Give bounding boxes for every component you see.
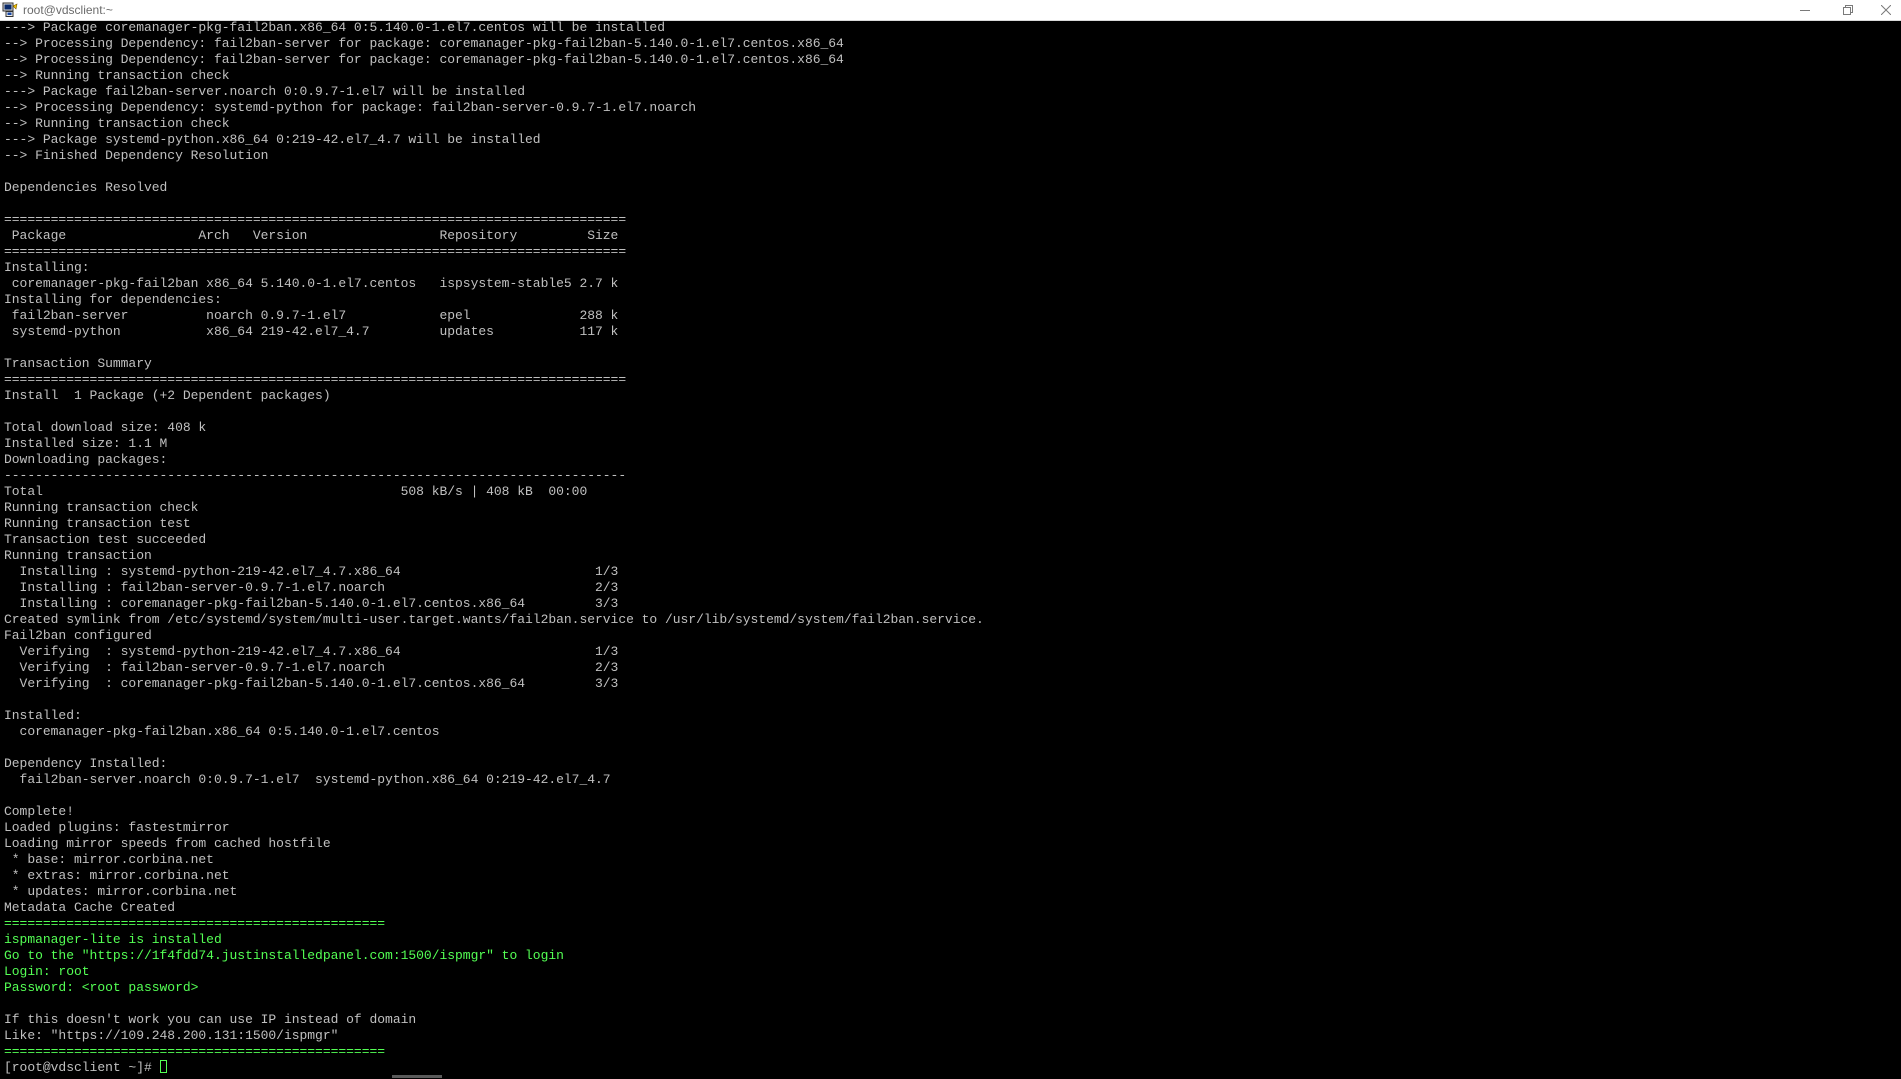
- terminal-line: ========================================…: [4, 1044, 386, 1059]
- terminal-line: Installed size: 1.1 M: [4, 436, 168, 451]
- terminal-line: Total 508 kB/s | 408 kB 00:00: [4, 484, 588, 499]
- terminal-line: --> Processing Dependency: fail2ban-serv…: [4, 36, 844, 51]
- terminal-line: Loading mirror speeds from cached hostfi…: [4, 836, 331, 851]
- terminal-line: * base: mirror.corbina.net: [4, 852, 214, 867]
- terminal-line: --> Running transaction check: [4, 116, 230, 131]
- terminal-line: Metadata Cache Created: [4, 900, 176, 915]
- terminal-line: Transaction Summary: [4, 356, 152, 371]
- terminal-line: ispmanager-lite is installed: [4, 932, 222, 947]
- close-button[interactable]: [1868, 0, 1901, 20]
- terminal-line: Password: <root password>: [4, 980, 199, 995]
- restore-icon: [1843, 5, 1853, 15]
- terminal-line: coremanager-pkg-fail2ban x86_64 5.140.0-…: [4, 276, 619, 291]
- terminal-line: --> Finished Dependency Resolution: [4, 148, 269, 163]
- terminal-line: ========================================…: [4, 212, 627, 227]
- terminal-line: Install 1 Package (+2 Dependent packages…: [4, 388, 331, 403]
- terminal-line: Installing for dependencies:: [4, 292, 222, 307]
- prompt-text: [root@vdsclient ~]#: [4, 1060, 160, 1075]
- terminal-line: ----------------------------------------…: [4, 468, 627, 483]
- scrollbar-thumb[interactable]: [392, 1075, 442, 1078]
- terminal-line: Go to the "https://1f4fdd74.justinstalle…: [4, 948, 564, 963]
- text-cursor: [159, 1060, 167, 1073]
- terminal-line: Installing : coremanager-pkg-fail2ban-5.…: [4, 596, 619, 611]
- terminal-line: Loaded plugins: fastestmirror: [4, 820, 230, 835]
- terminal-line: Verifying : systemd-python-219-42.el7_4.…: [4, 644, 619, 659]
- terminal-line: Downloading packages:: [4, 452, 168, 467]
- terminal-line: Running transaction test: [4, 516, 191, 531]
- title-bar[interactable]: root@vdsclient:~: [0, 0, 1901, 21]
- minimize-icon: [1800, 10, 1810, 11]
- putty-terminal-icon: [2, 2, 18, 17]
- terminal-line: ========================================…: [4, 244, 627, 259]
- terminal-line: fail2ban-server noarch 0.9.7-1.el7 epel …: [4, 308, 619, 323]
- terminal-line: Total download size: 408 k: [4, 420, 207, 435]
- terminal-line: ========================================…: [4, 372, 627, 387]
- terminal-line: ---> Package coremanager-pkg-fail2ban.x8…: [4, 20, 665, 35]
- terminal-line: * extras: mirror.corbina.net: [4, 868, 230, 883]
- terminal-line: Dependencies Resolved: [4, 180, 168, 195]
- terminal-line: Package Arch Version Repository Size: [4, 228, 619, 243]
- terminal-line: fail2ban-server.noarch 0:0.9.7-1.el7 sys…: [4, 772, 611, 787]
- terminal-line: Login: root: [4, 964, 90, 979]
- close-icon: [1881, 5, 1891, 15]
- window-title: root@vdsclient:~: [23, 3, 113, 17]
- terminal-line: Installed:: [4, 708, 82, 723]
- terminal-line: systemd-python x86_64 219-42.el7_4.7 upd…: [4, 324, 619, 339]
- terminal-line: Transaction test succeeded: [4, 532, 207, 547]
- terminal-line: If this doesn't work you can use IP inst…: [4, 1012, 417, 1027]
- terminal-line: Installing : systemd-python-219-42.el7_4…: [4, 564, 619, 579]
- terminal-line: Verifying : coremanager-pkg-fail2ban-5.1…: [4, 676, 619, 691]
- terminal-line: Dependency Installed:: [4, 756, 168, 771]
- terminal-output[interactable]: ---> Package coremanager-pkg-fail2ban.x8…: [4, 20, 1897, 1079]
- maximize-button[interactable]: [1830, 0, 1866, 20]
- terminal-line: Running transaction check: [4, 500, 199, 515]
- terminal-line: Created symlink from /etc/systemd/system…: [4, 612, 984, 627]
- terminal-line: ---> Package systemd-python.x86_64 0:219…: [4, 132, 541, 147]
- terminal-line: coremanager-pkg-fail2ban.x86_64 0:5.140.…: [4, 724, 440, 739]
- terminal-line: Running transaction: [4, 548, 152, 563]
- terminal-line: Like: "https://109.248.200.131:1500/ispm…: [4, 1028, 339, 1043]
- terminal-line: --> Processing Dependency: fail2ban-serv…: [4, 52, 844, 67]
- terminal-line: --> Running transaction check: [4, 68, 230, 83]
- terminal-line: Complete!: [4, 804, 74, 819]
- terminal-line: * updates: mirror.corbina.net: [4, 884, 238, 899]
- terminal-line: --> Processing Dependency: systemd-pytho…: [4, 100, 697, 115]
- terminal-line: Fail2ban configured: [4, 628, 152, 643]
- minimize-button[interactable]: [1787, 0, 1823, 20]
- terminal-line: Installing:: [4, 260, 90, 275]
- terminal-line: Installing : fail2ban-server-0.9.7-1.el7…: [4, 580, 619, 595]
- terminal-line: Verifying : fail2ban-server-0.9.7-1.el7.…: [4, 660, 619, 675]
- terminal-window: root@vdsclient:~ ---> Package coremanage…: [0, 0, 1901, 1079]
- terminal-line: ========================================…: [4, 916, 386, 931]
- terminal-line: ---> Package fail2ban-server.noarch 0:0.…: [4, 84, 526, 99]
- command-prompt[interactable]: [root@vdsclient ~]#: [4, 1060, 1897, 1076]
